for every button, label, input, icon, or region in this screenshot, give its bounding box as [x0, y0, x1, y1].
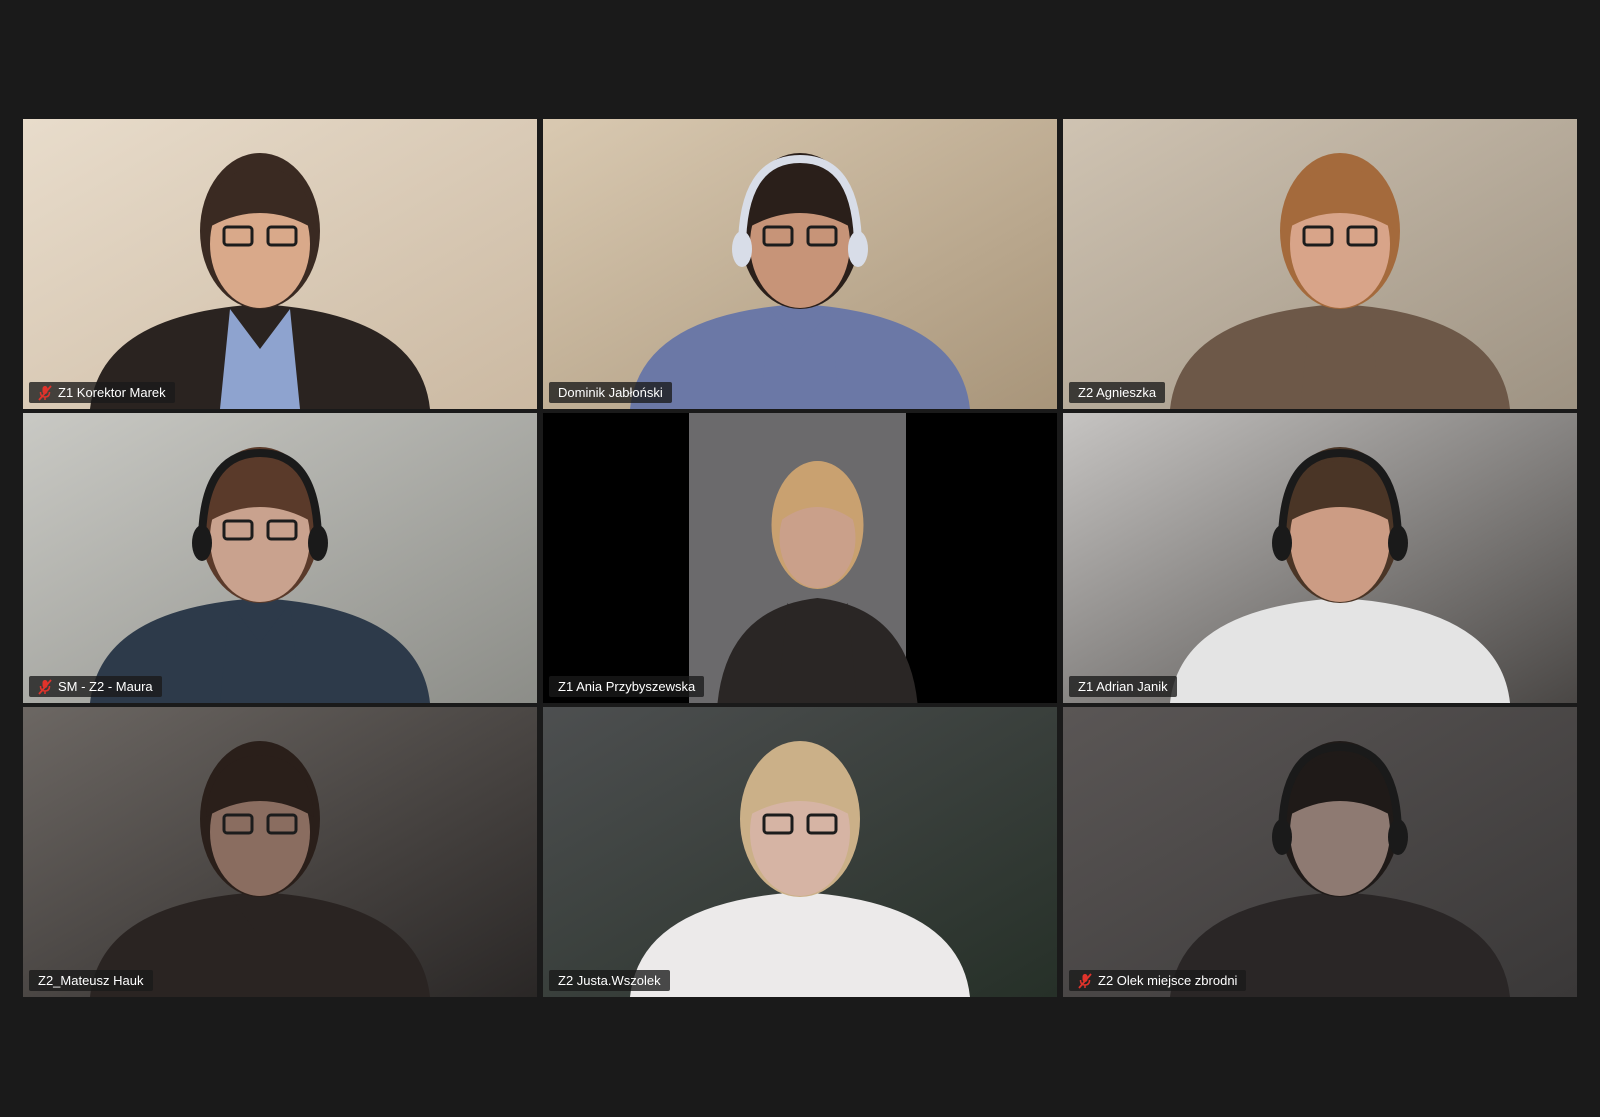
participant-tile[interactable]: Z2 Olek miejsce zbrodni — [1063, 707, 1577, 997]
participant-tile[interactable]: Z1 Korektor Marek — [23, 119, 537, 409]
video-feed — [23, 707, 537, 997]
muted-mic-icon — [38, 678, 52, 695]
participant-video-image — [543, 119, 1057, 409]
muted-mic-icon — [38, 384, 52, 401]
name-label: SM - Z2 - Maura — [29, 676, 162, 697]
participant-name: Z2 Justa.Wszolek — [558, 973, 661, 988]
name-label: Z2_Mateusz Hauk — [29, 970, 153, 991]
participant-video-image — [1063, 707, 1577, 997]
video-feed — [1063, 413, 1577, 703]
participant-tile[interactable]: Z2_Mateusz Hauk — [23, 707, 537, 997]
video-feed — [23, 413, 537, 703]
participant-name: Z2_Mateusz Hauk — [38, 973, 144, 988]
video-feed — [1063, 707, 1577, 997]
video-call-window: Z1 Korektor Marek Dominik Jabłoński Z2 A… — [0, 0, 1600, 1117]
video-feed — [543, 413, 1057, 703]
video-feed — [543, 119, 1057, 409]
participant-video-image — [543, 707, 1057, 997]
name-label: Z2 Agnieszka — [1069, 382, 1166, 403]
name-label: Z1 Adrian Janik — [1069, 676, 1177, 697]
participant-video-image — [1063, 413, 1577, 703]
name-label: Z1 Ania Przybyszewska — [549, 676, 705, 697]
video-feed — [23, 119, 537, 409]
muted-mic-icon — [1078, 972, 1092, 989]
name-label: Z2 Olek miejsce zbrodni — [1069, 970, 1247, 991]
participant-video-image — [23, 707, 537, 997]
participant-video-image — [1063, 119, 1577, 409]
participant-tile[interactable]: Z1 Ania Przybyszewska — [543, 413, 1057, 703]
participant-name: Z1 Ania Przybyszewska — [558, 679, 696, 694]
participant-tile[interactable]: Z2 Justa.Wszolek — [543, 707, 1057, 997]
video-feed — [543, 707, 1057, 997]
name-label: Z2 Justa.Wszolek — [549, 970, 670, 991]
participant-tile[interactable]: SM - Z2 - Maura — [23, 413, 537, 703]
gallery-grid: Z1 Korektor Marek Dominik Jabłoński Z2 A… — [23, 119, 1578, 997]
participant-tile[interactable]: Z1 Adrian Janik — [1063, 413, 1577, 703]
participant-name: Z2 Olek miejsce zbrodni — [1098, 973, 1238, 988]
participant-name: Z1 Adrian Janik — [1078, 679, 1168, 694]
video-feed — [1063, 119, 1577, 409]
name-label: Z1 Korektor Marek — [29, 382, 175, 403]
participant-name: Dominik Jabłoński — [558, 385, 663, 400]
participant-video-image — [23, 119, 537, 409]
participant-tile[interactable]: Z2 Agnieszka — [1063, 119, 1577, 409]
participant-name: Z1 Korektor Marek — [58, 385, 166, 400]
participant-tile[interactable]: Dominik Jabłoński — [543, 119, 1057, 409]
participant-name: SM - Z2 - Maura — [58, 679, 153, 694]
name-label: Dominik Jabłoński — [549, 382, 672, 403]
participant-video-image — [543, 413, 1057, 703]
participant-video-image — [23, 413, 537, 703]
participant-name: Z2 Agnieszka — [1078, 385, 1157, 400]
